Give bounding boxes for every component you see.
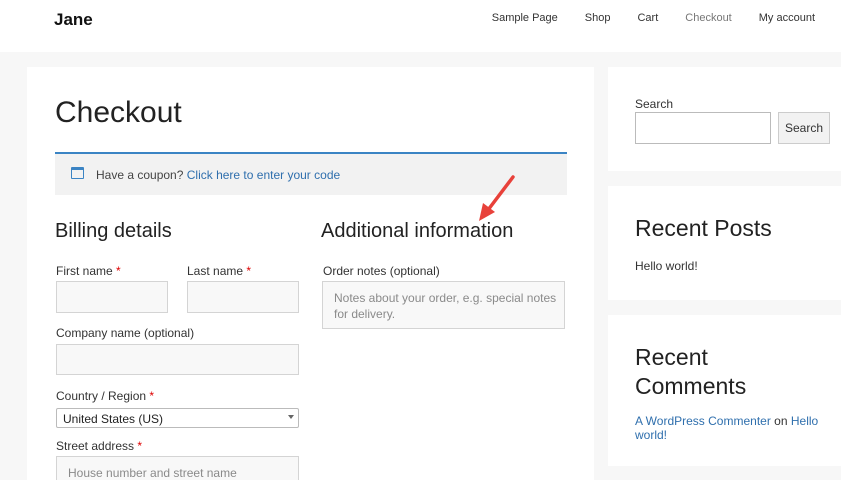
required-mark: * bbox=[149, 389, 155, 403]
search-button[interactable]: Search bbox=[778, 112, 830, 144]
recent-comments-title: Recent Comments bbox=[635, 344, 747, 399]
annotation-arrow-icon bbox=[479, 175, 515, 221]
nav-shop[interactable]: Shop bbox=[585, 12, 611, 24]
recent-comments-widget: Recent Comments A WordPress Commenter on… bbox=[608, 315, 841, 466]
main-nav: Sample Page Shop Cart Checkout My accoun… bbox=[465, 12, 815, 24]
recent-post-link[interactable]: Hello world! bbox=[635, 259, 698, 273]
company-input[interactable] bbox=[56, 344, 299, 375]
last-name-label-text: Last name bbox=[187, 264, 244, 278]
street-label: Street address * bbox=[56, 439, 142, 453]
order-notes-textarea[interactable]: Notes about your order, e.g. special not… bbox=[322, 281, 565, 329]
country-select-value: United States (US) bbox=[63, 412, 164, 426]
country-label-text: Country / Region bbox=[56, 389, 147, 403]
required-mark: * bbox=[116, 264, 121, 278]
street-label-text: Street address bbox=[56, 439, 135, 453]
nav-cart[interactable]: Cart bbox=[637, 12, 658, 24]
billing-title: Billing details bbox=[55, 220, 172, 242]
recent-posts-title: Recent Posts bbox=[635, 215, 772, 241]
street-address-input[interactable]: House number and street name bbox=[56, 456, 299, 480]
last-name-input[interactable] bbox=[187, 281, 299, 313]
country-label: Country / Region * bbox=[56, 389, 154, 403]
search-input[interactable] bbox=[635, 112, 771, 144]
nav-sample-page[interactable]: Sample Page bbox=[492, 12, 558, 24]
nav-my-account[interactable]: My account bbox=[759, 12, 815, 24]
required-mark: * bbox=[246, 264, 252, 278]
first-name-label: First name * bbox=[56, 264, 121, 278]
page-title: Checkout bbox=[55, 96, 182, 129]
site-header: Jane Sample Page Shop Cart Checkout My a… bbox=[0, 0, 841, 52]
coupon-question: Have a coupon? bbox=[96, 168, 184, 182]
first-name-label-text: First name bbox=[56, 264, 113, 278]
site-title[interactable]: Jane bbox=[54, 10, 93, 30]
main-content: Checkout Have a coupon? Click here to en… bbox=[27, 67, 594, 480]
required-mark: * bbox=[137, 439, 143, 453]
select-arrow-icon bbox=[288, 415, 294, 419]
company-label: Company name (optional) bbox=[56, 326, 195, 340]
comment-author-link[interactable]: A WordPress Commenter bbox=[635, 414, 771, 428]
recent-comment-item: A WordPress Commenter on Hello world! bbox=[635, 414, 825, 442]
calendar-icon bbox=[71, 167, 84, 179]
comment-on-text: on bbox=[774, 414, 788, 428]
first-name-input[interactable] bbox=[56, 281, 168, 313]
search-widget: Search Search bbox=[608, 67, 841, 171]
nav-checkout[interactable]: Checkout bbox=[685, 12, 731, 24]
coupon-link[interactable]: Click here to enter your code bbox=[187, 168, 340, 182]
coupon-text: Have a coupon? Click here to enter your … bbox=[96, 168, 340, 182]
order-notes-label: Order notes (optional) bbox=[323, 264, 440, 278]
search-widget-label: Search bbox=[635, 97, 674, 111]
last-name-label: Last name * bbox=[187, 264, 251, 278]
street-placeholder: House number and street name bbox=[68, 466, 237, 480]
recent-posts-widget: Recent Posts Hello world! bbox=[608, 186, 841, 300]
country-select[interactable]: United States (US) bbox=[56, 408, 299, 428]
order-notes-placeholder: Notes about your order, e.g. special not… bbox=[334, 291, 557, 321]
